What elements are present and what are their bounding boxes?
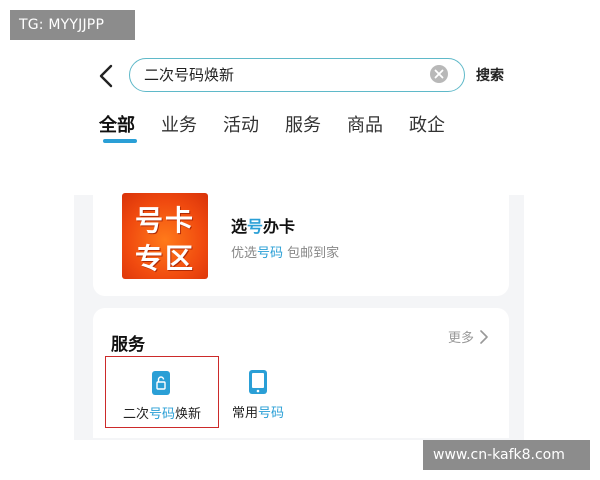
banner-line-1: 号卡 [134,204,195,237]
more-link[interactable]: 更多 [448,327,474,346]
services-section: 服务 更多 二次号码焕新 常用号码 [93,308,509,438]
category-tabs: 全部 业务 活动 服务 商品 政企 [99,111,471,145]
tab-services[interactable]: 服务 [285,111,321,145]
active-tab-indicator [103,139,137,143]
service-common-numbers[interactable]: 常用号码 [223,356,293,428]
promo-subtitle: 优选号码 包邮到家 [231,246,340,261]
tab-label: 全部 [99,115,135,136]
watermark-top-left: TG: MYYJJPP [10,10,135,40]
tab-label: 服务 [285,115,321,136]
service-label: 常用号码 [231,406,285,421]
chevron-right-icon[interactable] [479,330,489,344]
tab-business[interactable]: 业务 [161,111,197,145]
lock-phone-icon [152,371,170,395]
tab-activities[interactable]: 活动 [223,111,259,145]
sim-card-promo[interactable]: 号卡 专区 选号办卡 优选号码 包邮到家 [93,176,509,296]
tab-label: 政企 [409,115,445,136]
phone-device-icon [249,370,267,394]
page: TG: MYYJJPP 搜索 全部 业务 活动 [0,0,600,480]
banner-line-2: 专区 [134,242,195,275]
service-number-renewal[interactable]: 二次号码焕新 [105,356,219,428]
promo-title: 选号办卡 [231,217,296,236]
tab-label: 业务 [161,115,197,136]
service-label: 二次号码焕新 [122,407,202,422]
search-box[interactable] [129,58,465,92]
phone-screen: 搜索 全部 业务 活动 服务 商品 政企 号卡 专区 选号办卡 优选号码 包邮到… [74,45,524,440]
services-title: 服务 [111,335,145,355]
search-button[interactable]: 搜索 [476,65,504,85]
search-input[interactable] [144,59,424,90]
tab-label: 商品 [347,115,383,136]
tab-all[interactable]: 全部 [99,111,137,145]
tab-label: 活动 [223,115,259,136]
tab-products[interactable]: 商品 [347,111,383,145]
back-arrow-icon[interactable] [96,64,116,88]
tab-government[interactable]: 政企 [409,111,445,145]
watermark-bottom-right: www.cn-kafk8.com [423,440,590,470]
sim-card-zone-banner: 号卡 专区 [122,193,208,279]
clear-icon[interactable] [430,65,448,83]
search-header: 搜索 全部 业务 活动 服务 商品 政企 [74,45,524,195]
